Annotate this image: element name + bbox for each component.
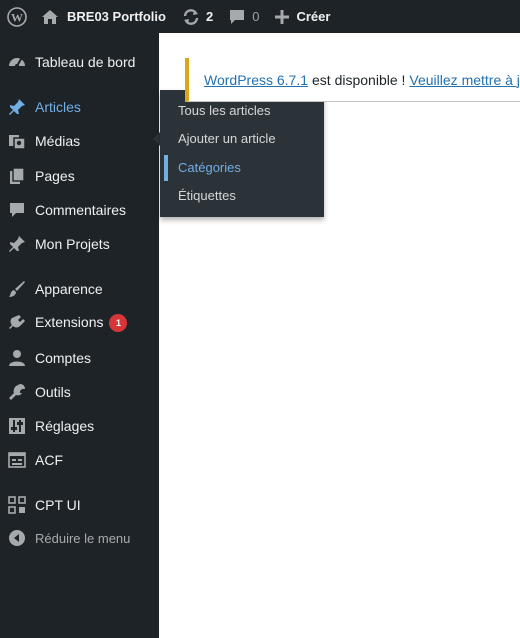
brush-icon bbox=[7, 279, 27, 299]
menu-label: Pages bbox=[35, 168, 75, 184]
submenu-item-tags[interactable]: Étiquettes bbox=[160, 182, 324, 208]
menu-item-dashboard[interactable]: Tableau de bord bbox=[0, 45, 159, 79]
dashboard-icon bbox=[7, 52, 27, 72]
menu-item-outils[interactable]: Outils bbox=[0, 375, 159, 409]
pin-icon bbox=[7, 234, 27, 254]
menu-label: CPT UI bbox=[35, 497, 81, 513]
plus-icon bbox=[275, 9, 290, 24]
pages-icon bbox=[7, 166, 27, 186]
admin-bar: W BRE03 Portfolio 2 0 Créer bbox=[0, 0, 520, 33]
menu-item-extensions[interactable]: Extensions 1 bbox=[0, 306, 159, 340]
new-content-button[interactable]: Créer bbox=[267, 0, 338, 33]
notice-text: est disponible ! bbox=[312, 71, 406, 88]
site-name: BRE03 Portfolio bbox=[67, 9, 166, 24]
menu-item-cpt-ui[interactable]: CPT UI bbox=[0, 488, 159, 522]
comments-count: 0 bbox=[252, 9, 260, 24]
svg-text:W: W bbox=[11, 10, 23, 24]
new-content-label: Créer bbox=[296, 9, 331, 24]
submenu-item-categories[interactable]: Catégories bbox=[160, 154, 324, 181]
wordpress-icon: W bbox=[6, 6, 27, 27]
media-icon bbox=[7, 131, 27, 151]
menu-label: Comptes bbox=[35, 350, 92, 366]
acf-icon bbox=[7, 450, 27, 470]
cptui-icon bbox=[7, 495, 27, 515]
menu-item-comptes[interactable]: Comptes bbox=[0, 341, 159, 375]
wrench-icon bbox=[7, 382, 27, 402]
menu-label: Extensions 1 bbox=[35, 313, 128, 333]
user-icon bbox=[7, 348, 27, 368]
update-now-link[interactable]: Veuillez mettre à jour maintenant. bbox=[409, 72, 520, 88]
menu-label: Articles bbox=[35, 99, 81, 115]
comment-icon bbox=[7, 200, 27, 220]
menu-item-articles[interactable]: Articles bbox=[0, 90, 159, 124]
menu-item-mon-projets[interactable]: Mon Projets bbox=[0, 227, 159, 261]
menu-item-comments[interactable]: Commentaires bbox=[0, 193, 159, 227]
menu-item-pages[interactable]: Pages bbox=[0, 159, 159, 193]
menu-label: Tableau de bord bbox=[35, 54, 136, 70]
collapse-menu-button[interactable]: Réduire le menu bbox=[0, 521, 159, 555]
menu-label: Médias bbox=[35, 133, 81, 149]
pin-icon bbox=[7, 97, 27, 117]
home-icon bbox=[41, 9, 59, 25]
articles-submenu: Tous les articles Ajouter un article Cat… bbox=[160, 90, 324, 217]
collapse-icon bbox=[7, 528, 27, 548]
wordpress-version-link[interactable]: WordPress 6.7.1 bbox=[204, 72, 308, 88]
updates-link[interactable]: 2 bbox=[174, 0, 221, 33]
comment-bubble-icon bbox=[229, 9, 245, 25]
menu-label: Outils bbox=[35, 384, 71, 400]
menu-item-reglages[interactable]: Réglages bbox=[0, 409, 159, 443]
submenu-item-add-article[interactable]: Ajouter un article bbox=[160, 125, 324, 151]
comments-link[interactable]: 0 bbox=[221, 0, 267, 33]
update-count-badge: 1 bbox=[109, 313, 128, 332]
menu-item-medias[interactable]: Médias bbox=[0, 124, 159, 158]
refresh-icon bbox=[182, 8, 200, 26]
updates-count: 2 bbox=[205, 9, 214, 24]
update-notice: WordPress 6.7.1 est disponible ! Veuille… bbox=[185, 58, 520, 102]
extensions-label: Extensions bbox=[35, 313, 104, 330]
settings-icon bbox=[7, 416, 27, 436]
menu-label: Mon Projets bbox=[35, 236, 110, 252]
menu-label: Réglages bbox=[35, 418, 95, 434]
menu-label: ACF bbox=[35, 452, 63, 468]
site-name-link[interactable]: BRE03 Portfolio bbox=[33, 0, 174, 33]
menu-label: Réduire le menu bbox=[35, 530, 131, 546]
admin-sidebar: Tableau de bord Articles Médias Pages Co… bbox=[0, 33, 161, 638]
plugin-icon bbox=[7, 313, 27, 333]
wordpress-logo-button[interactable]: W bbox=[0, 0, 33, 33]
menu-item-acf[interactable]: ACF bbox=[0, 443, 159, 477]
menu-label: Apparence bbox=[35, 281, 103, 297]
menu-item-apparence[interactable]: Apparence bbox=[0, 272, 159, 306]
menu-label: Commentaires bbox=[35, 202, 127, 218]
